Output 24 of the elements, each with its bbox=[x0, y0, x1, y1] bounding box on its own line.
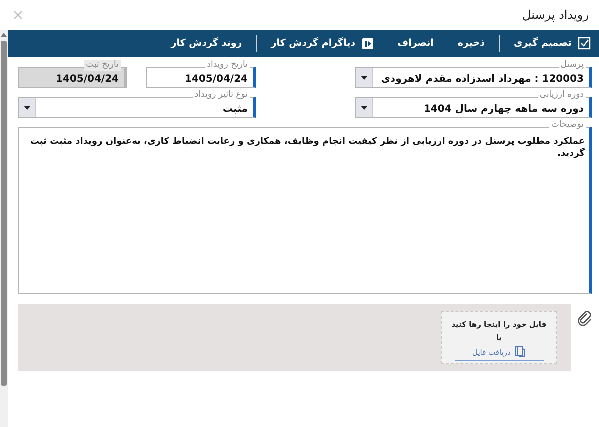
field-label: دوره ارزیابی bbox=[538, 90, 586, 101]
checkbox-icon bbox=[578, 37, 591, 50]
caret-icon bbox=[24, 106, 30, 110]
field-label: توضیحات bbox=[549, 120, 586, 131]
toolbar-button[interactable]: دیاگرام گردش کار bbox=[259, 30, 386, 57]
toolbar-button[interactable]: تصمیم گیری bbox=[502, 30, 591, 57]
caret-icon bbox=[360, 106, 368, 110]
field-label: تاریخ رویداد bbox=[205, 60, 250, 71]
file-icon bbox=[514, 346, 526, 358]
dropdown-button[interactable] bbox=[19, 98, 36, 117]
panel-icon bbox=[362, 38, 374, 50]
paperclip-icon[interactable] bbox=[578, 311, 592, 326]
field-label: نوع تاثیر رویداد bbox=[193, 90, 250, 101]
dropdown-button[interactable] bbox=[356, 68, 373, 87]
field-label: تاریخ ثبت bbox=[84, 60, 121, 71]
dropdown-button[interactable] bbox=[356, 98, 373, 117]
field-label: پرسنل bbox=[558, 60, 586, 71]
toolbar-button[interactable]: انصراف bbox=[386, 30, 446, 57]
toolbar-button[interactable]: روند گردش کار bbox=[159, 30, 254, 57]
toolbar-button[interactable]: ذخیره bbox=[446, 30, 498, 57]
caret-icon bbox=[360, 76, 368, 80]
scroll-up-icon[interactable] bbox=[1, 33, 7, 37]
scrollbar[interactable] bbox=[0, 30, 8, 427]
window-title: رویداد پرسنل bbox=[522, 8, 589, 22]
